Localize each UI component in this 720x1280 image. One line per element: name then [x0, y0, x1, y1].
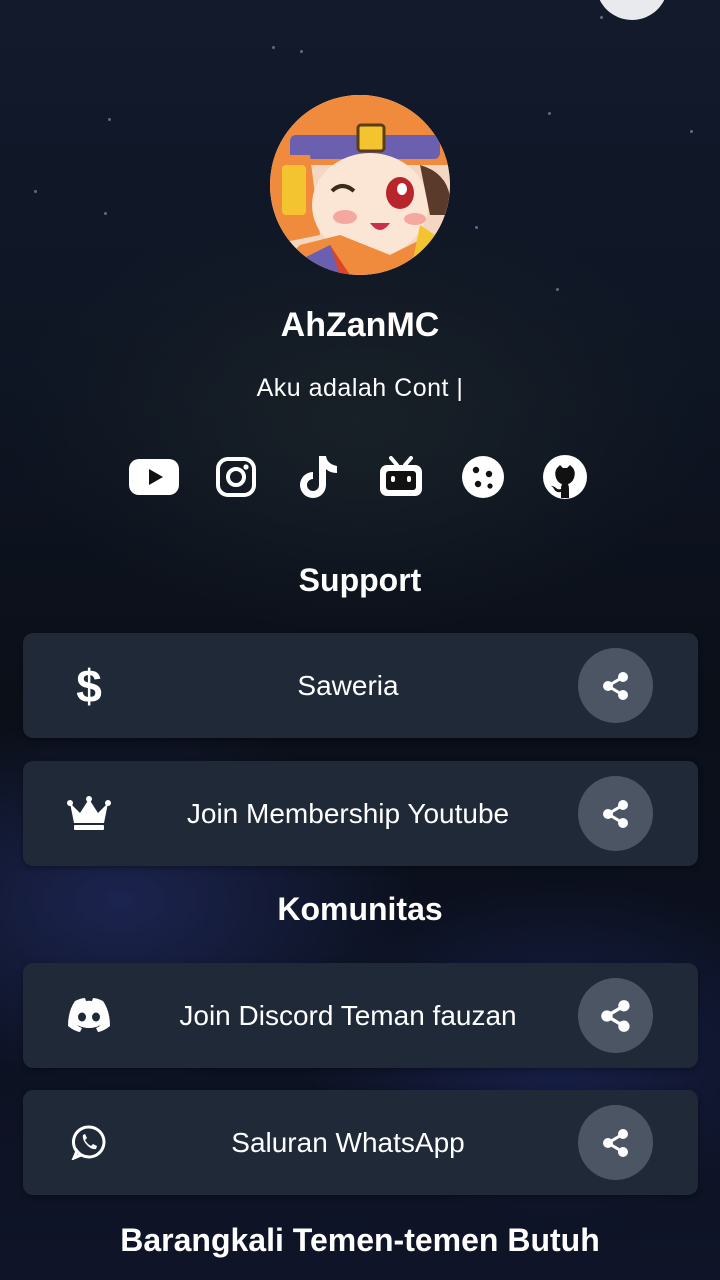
avatar	[270, 95, 450, 275]
section-title-support: Support	[298, 562, 422, 598]
link-discord[interactable]: Join Discord Teman fauzan	[23, 963, 698, 1068]
link-membership-youtube[interactable]: Join Membership Youtube	[23, 761, 698, 866]
cookie-icon[interactable]	[458, 452, 508, 502]
share-button[interactable]	[578, 1105, 653, 1180]
share-icon	[602, 799, 628, 828]
share-icon	[602, 1128, 628, 1157]
instagram-icon[interactable]	[211, 452, 261, 502]
bilibili-icon[interactable]	[376, 452, 426, 502]
crown-icon	[63, 787, 115, 839]
whatsapp-icon	[63, 1116, 115, 1168]
link-label: Join Membership Youtube	[186, 797, 510, 829]
link-label: Join Discord Teman fauzan	[179, 999, 517, 1031]
link-saweria[interactable]: $ Saweria	[23, 633, 698, 738]
profile-name: AhZanMC	[280, 306, 440, 344]
section-title-komunitas: Komunitas	[277, 891, 443, 927]
menu-button[interactable]	[596, 0, 668, 20]
share-button[interactable]	[578, 648, 653, 723]
social-links	[0, 452, 720, 502]
svg-text:$: $	[76, 662, 102, 708]
discord-icon	[63, 989, 115, 1041]
share-button[interactable]	[578, 978, 653, 1053]
youtube-icon[interactable]	[129, 452, 179, 502]
share-icon	[602, 671, 628, 700]
link-label: Saluran WhatsApp	[231, 1126, 465, 1158]
link-whatsapp[interactable]: Saluran WhatsApp	[23, 1090, 698, 1195]
share-button[interactable]	[578, 776, 653, 851]
tiktok-icon[interactable]	[293, 452, 343, 502]
link-label: Saweria	[297, 669, 399, 701]
dollar-icon: $	[63, 659, 115, 711]
github-icon[interactable]	[540, 452, 590, 502]
share-icon	[600, 999, 630, 1032]
profile-bio: Aku adalah Cont |	[256, 374, 464, 402]
section-title-extra: Barangkali Temen-temen Butuh	[120, 1222, 600, 1258]
